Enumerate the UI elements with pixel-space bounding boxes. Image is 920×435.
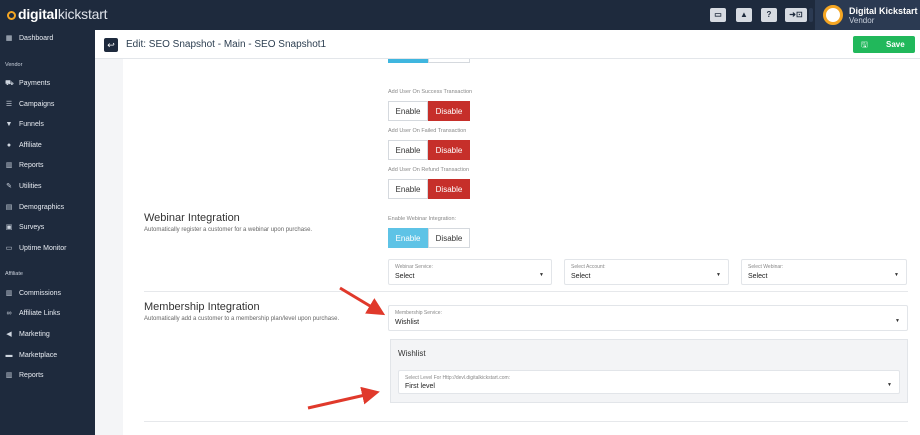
bar-chart-icon: ▥ xyxy=(5,372,13,379)
sidebar-item-affiliate[interactable]: ● Affiliate xyxy=(0,138,95,154)
brand-logo[interactable]: digitalkickstart xyxy=(7,6,108,22)
refund-transaction-toggle: Enable Disable xyxy=(388,179,470,199)
failed-enable-button[interactable]: Enable xyxy=(388,140,428,160)
top-navbar: digitalkickstart ▭ ▲ ? ➜⊡ Digital Kickst… xyxy=(0,0,920,30)
help-icon-button[interactable]: ? xyxy=(761,8,777,22)
wishlist-settings-box: Wishlist Select Level For Http://devl.di… xyxy=(390,339,908,403)
sidebar-item-payments[interactable]: ⛟ Payments xyxy=(0,76,95,92)
sidebar-item-reports[interactable]: ▥ Reports xyxy=(0,158,95,174)
user-name: Digital Kickstart xyxy=(849,6,918,16)
sidebar-item-uptime-monitor[interactable]: ▭ Uptime Monitor xyxy=(0,241,95,257)
success-disable-button[interactable]: Disable xyxy=(428,101,470,121)
webinar-section-description: Automatically register a customer for a … xyxy=(144,227,313,233)
success-enable-button[interactable]: Enable xyxy=(388,101,428,121)
monitor-icon: ▭ xyxy=(5,245,13,252)
chevron-down-icon: ▼ xyxy=(716,272,721,278)
webinar-select[interactable]: Select Webinar: Select ▼ xyxy=(741,259,907,285)
webinar-service-select[interactable]: Webinar Service: Select ▼ xyxy=(388,259,552,285)
integration-panel: Add User On Success Transaction Enable D… xyxy=(123,59,920,435)
sidebar: ▦ Dashboard Vendor ⛟ Payments ☰ Campaigns ▼… xyxy=(0,30,95,435)
sidebar-item-dashboard[interactable]: ▦ Dashboard xyxy=(0,31,95,47)
window-icon-button[interactable]: ▭ xyxy=(710,8,726,22)
cart-icon: ⛟ xyxy=(5,80,14,87)
logo-ring-icon xyxy=(7,11,16,20)
chevron-down-icon: ▼ xyxy=(887,382,892,388)
webinar-integration-toggle: Enable Disable xyxy=(388,228,470,248)
wrench-icon: ✎ xyxy=(6,183,12,190)
back-button[interactable]: ↩ xyxy=(104,38,118,52)
membership-section-title: Membership Integration xyxy=(144,301,260,313)
partial-enable-button[interactable] xyxy=(388,59,428,63)
refund-disable-button[interactable]: Disable xyxy=(428,179,470,199)
clipboard-icon: ▣ xyxy=(5,224,13,231)
sidebar-section-affiliate: Affiliate xyxy=(5,271,23,277)
wishlist-box-title: Wishlist xyxy=(398,349,426,358)
sidebar-item-commissions[interactable]: ▥ Commissions xyxy=(0,286,95,302)
webinar-account-select[interactable]: Select Account: Select ▼ xyxy=(564,259,729,285)
page-title: Edit: SEO Snapshot - Main - SEO Snapshot… xyxy=(126,39,327,50)
webinar-section-title: Webinar Integration xyxy=(144,212,240,224)
webinar-enable-label: Enable Webinar Integration: xyxy=(388,216,457,222)
membership-section-description: Automatically add a customer to a member… xyxy=(144,316,340,322)
avatar xyxy=(823,5,843,25)
link-icon: ∞ xyxy=(6,310,12,317)
refund-transaction-label: Add User On Refund Transaction xyxy=(388,167,470,173)
user-role: Vendor xyxy=(849,16,875,25)
webinar-enable-button[interactable]: Enable xyxy=(388,228,428,248)
sidebar-item-marketing[interactable]: ◀ Marketing xyxy=(0,327,95,343)
failed-disable-button[interactable]: Disable xyxy=(428,140,470,160)
list-icon: ☰ xyxy=(5,101,13,108)
sidebar-item-demographics[interactable]: ▤ Demographics xyxy=(0,200,95,216)
chevron-down-icon: ▼ xyxy=(895,318,900,324)
section-divider xyxy=(144,291,908,292)
area-chart-icon: ▤ xyxy=(5,204,13,211)
chevron-down-icon: ▼ xyxy=(894,272,899,278)
chevron-down-icon: ▼ xyxy=(539,272,544,278)
success-transaction-toggle: Enable Disable xyxy=(388,101,470,121)
notification-icon-button[interactable]: ▲ xyxy=(736,8,752,22)
store-icon: ▬ xyxy=(5,352,13,359)
save-button[interactable]: 🖫 Save xyxy=(853,36,915,53)
refund-enable-button[interactable]: Enable xyxy=(388,179,428,199)
sidebar-item-affiliate-links[interactable]: ∞ Affiliate Links xyxy=(0,306,95,322)
sidebar-item-campaigns[interactable]: ☰ Campaigns xyxy=(0,97,95,113)
sidebar-item-utilities[interactable]: ✎ Utilities xyxy=(0,179,95,195)
megaphone-icon: ◀ xyxy=(6,331,12,338)
sidebar-item-surveys[interactable]: ▣ Surveys xyxy=(0,220,95,236)
user-profile[interactable]: Digital Kickstart Vendor xyxy=(815,0,920,30)
membership-level-select[interactable]: Select Level For Http://devl.digitalkick… xyxy=(398,370,900,394)
filter-icon: ▼ xyxy=(5,121,13,128)
floppy-icon: 🖫 xyxy=(861,40,868,49)
sidebar-item-funnels[interactable]: ▼ Funnels xyxy=(0,117,95,133)
membership-service-select[interactable]: Membership Service: Wishlist ▼ xyxy=(388,305,908,331)
user-icon: ● xyxy=(6,142,12,149)
bar-chart-icon: ▥ xyxy=(5,290,13,297)
success-transaction-label: Add User On Success Transaction xyxy=(388,89,473,95)
section-divider xyxy=(144,421,908,422)
logout-icon-button[interactable]: ➜⊡ xyxy=(785,8,807,22)
partial-disable-button[interactable] xyxy=(428,59,470,63)
sidebar-section-vendor: Vendor xyxy=(5,62,23,68)
failed-transaction-toggle: Enable Disable xyxy=(388,140,470,160)
grid-icon: ▦ xyxy=(5,35,13,42)
webinar-disable-button[interactable]: Disable xyxy=(428,228,470,248)
sidebar-item-affiliate-reports[interactable]: ▥ Reports xyxy=(0,368,95,384)
sidebar-item-marketplace[interactable]: ▬ Marketplace xyxy=(0,348,95,364)
page-header: ↩ Edit: SEO Snapshot - Main - SEO Snapsh… xyxy=(95,30,920,59)
bar-chart-icon: ▥ xyxy=(5,162,13,169)
partial-toggle-above xyxy=(388,59,470,63)
failed-transaction-label: Add User On Failed Transaction xyxy=(388,128,467,134)
add-user-icon-button[interactable] xyxy=(809,8,813,22)
